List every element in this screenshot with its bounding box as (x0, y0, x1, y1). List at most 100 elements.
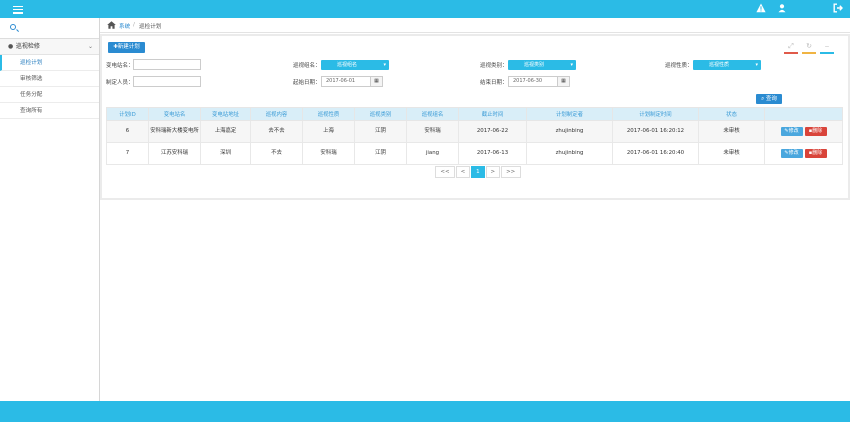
collapse-icon[interactable]: ‒ (820, 41, 834, 51)
cell-deadline: 2017-06-13 (458, 142, 527, 165)
pager-next[interactable]: > (485, 166, 500, 178)
sidebar: ● 巡视检修 ⌄ 巡检计划 审核筛选 任务分配 查询所有 (0, 18, 100, 401)
delete-label: 删除 (812, 150, 823, 156)
col-header[interactable]: 变电站名 (148, 107, 201, 121)
station-input[interactable] (133, 59, 201, 70)
delete-label: 删除 (812, 128, 823, 134)
patrol-category-label: 巡视类别： (480, 63, 508, 69)
sidebar-item-label: 巡检计划 (20, 60, 43, 66)
cell-deadline: 2017-06-22 (458, 120, 527, 143)
pager-current[interactable]: 1 (470, 166, 485, 178)
tool-underline-blue (820, 52, 834, 54)
plan-table: 计划ID 变电站名 变电站地址 巡视内容 巡视性质 巡视类别 巡视组名 截止时间… (106, 107, 843, 165)
breadcrumb-current: 巡检计划 (139, 24, 162, 30)
patrol-group-value: 巡视组名 (337, 62, 358, 68)
breadcrumb-separator: / (133, 22, 135, 28)
edit-label: 修改 (788, 128, 799, 134)
end-date-label: 结束日期： (480, 80, 508, 86)
cell-creator: zhujinbing (526, 120, 613, 143)
main-content: ✚新建计划 ⤢ ↻ ‒ 变电站名： 巡视组名： 巡视组名 ▾ 巡视类别： 巡视类别… (100, 34, 850, 200)
delete-button[interactable]: ▪删除 (804, 127, 827, 136)
top-bar (0, 0, 850, 18)
cell-created: 2017-06-01 16:20:40 (612, 142, 699, 165)
search-icon[interactable] (10, 24, 16, 30)
sidebar-group-patrol[interactable]: ● 巡视检修 ⌄ (0, 39, 99, 55)
start-date-label: 起始日期： (293, 80, 321, 86)
home-icon[interactable] (107, 21, 116, 31)
col-header[interactable]: 计划制定时间 (612, 107, 699, 121)
caret-down-icon: ▾ (755, 62, 758, 68)
search-button[interactable]: ⌕ 查询 (756, 94, 782, 104)
add-plan-button[interactable]: ✚新建计划 (108, 42, 145, 53)
start-date-input[interactable]: 2017-06-01 (321, 76, 371, 87)
sidebar-search[interactable] (0, 18, 99, 39)
table-row[interactable]: 7 江苏安科瑞 深圳 不去 安科瑞 江阴 jiang 2017-06-13 zh… (106, 142, 843, 165)
panel-tools: ⤢ ↻ ‒ (784, 41, 844, 54)
pagination: << < 1 > >> (435, 166, 521, 178)
patrol-group-label: 巡视组名： (293, 63, 321, 69)
cell-category: 江阴 (354, 142, 407, 165)
patrol-nature-select[interactable]: 巡视性质 ▾ (693, 60, 761, 70)
col-header[interactable]: 巡视类别 (354, 107, 407, 121)
col-header[interactable]: 巡视性质 (302, 107, 355, 121)
cell-nature: 上海 (302, 120, 355, 143)
patrol-nature-value: 巡视性质 (709, 62, 730, 68)
refresh-icon[interactable]: ↻ (802, 41, 816, 51)
pager-last[interactable]: >> (500, 166, 521, 178)
hamburger-icon[interactable] (13, 4, 23, 14)
caret-down-icon: ▾ (383, 62, 386, 68)
sidebar-item-plan[interactable]: 巡检计划 (0, 55, 99, 71)
calendar-icon[interactable]: ▦ (371, 76, 383, 87)
cell-address: 上海嘉定 (200, 120, 251, 143)
cell-actions: ✎修改 ▪删除 (764, 142, 843, 165)
sidebar-item-label: 查询所有 (20, 108, 43, 114)
sidebar-group-label: 巡视检修 (15, 43, 40, 50)
chevron-down-icon: ⌄ (87, 43, 93, 50)
col-header[interactable]: 计划制定者 (526, 107, 613, 121)
sidebar-item-query[interactable]: 查询所有 (0, 103, 99, 119)
pager-first[interactable]: << (435, 166, 455, 178)
col-header[interactable]: 计划ID (106, 107, 149, 121)
calendar-icon[interactable]: ▦ (558, 76, 570, 87)
breadcrumb-system[interactable]: 系统 (119, 22, 130, 30)
col-header[interactable]: 截止时间 (458, 107, 527, 121)
col-header[interactable]: 巡视内容 (250, 107, 303, 121)
end-date-input[interactable]: 2017-06-30 (508, 76, 558, 87)
breadcrumb: 系统 / 巡检计划 (100, 18, 850, 33)
col-header[interactable]: 巡视组名 (406, 107, 459, 121)
edit-button[interactable]: ✎修改 (780, 149, 803, 158)
patrol-group-select[interactable]: 巡视组名 ▾ (321, 60, 389, 70)
expand-icon[interactable]: ⤢ (784, 41, 798, 51)
edit-button[interactable]: ✎修改 (780, 127, 803, 136)
patrol-category-select[interactable]: 巡视类别 ▾ (508, 60, 576, 70)
table-row[interactable]: 6 安科瑞新大楼变电所 上海嘉定 去不去 上海 江阴 安科瑞 2017-06-2… (106, 120, 843, 143)
edit-label: 修改 (788, 150, 799, 156)
cell-id: 7 (106, 142, 149, 165)
sidebar-item-review[interactable]: 审核筛选 (0, 71, 99, 87)
cell-category: 江阴 (354, 120, 407, 143)
sidebar-item-label: 任务分配 (20, 92, 43, 98)
logout-icon[interactable] (832, 3, 844, 15)
sidebar-item-assign[interactable]: 任务分配 (0, 87, 99, 103)
user-icon: ● (8, 43, 14, 50)
cell-creator: zhujinbing (526, 142, 613, 165)
search-button-label: 查询 (765, 96, 777, 102)
cell-station: 江苏安科瑞 (148, 142, 201, 165)
creator-input[interactable] (133, 76, 201, 87)
station-label: 变电站名： (106, 63, 134, 69)
tool-underline-yellow (802, 52, 816, 54)
warning-icon[interactable] (755, 3, 767, 15)
col-header[interactable]: 变电站地址 (200, 107, 251, 121)
delete-button[interactable]: ▪删除 (804, 149, 827, 158)
cell-content: 不去 (250, 142, 303, 165)
pager-prev[interactable]: < (455, 166, 470, 178)
col-header[interactable]: 状态 (698, 107, 765, 121)
cell-status: 未审核 (698, 142, 765, 165)
user-icon[interactable] (776, 3, 788, 15)
patrol-category-value: 巡视类别 (524, 62, 545, 68)
creator-label: 制定人员： (106, 80, 134, 86)
cell-nature: 安科瑞 (302, 142, 355, 165)
search-icon: ⌕ (761, 96, 765, 102)
cell-actions: ✎修改 ▪删除 (764, 120, 843, 143)
cell-created: 2017-06-01 16:20:12 (612, 120, 699, 143)
